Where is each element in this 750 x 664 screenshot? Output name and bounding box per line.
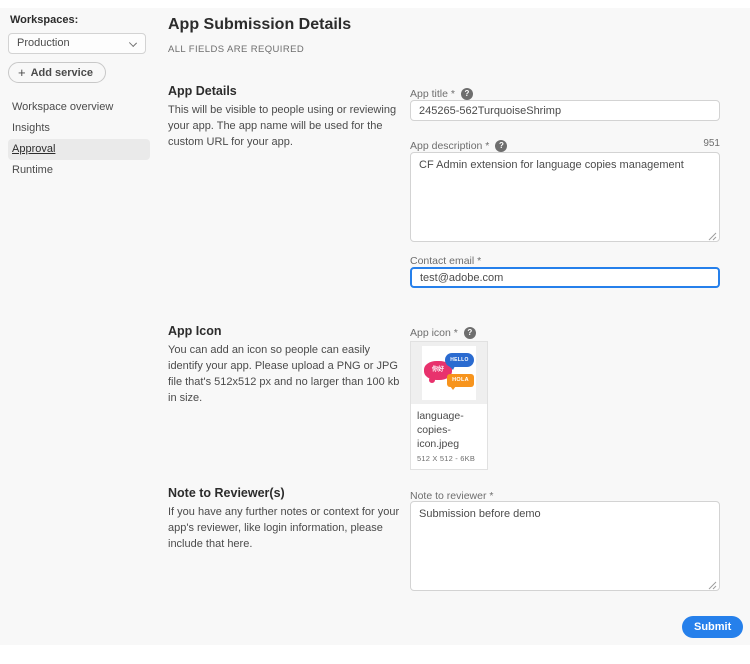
add-service-button[interactable]: + Add service bbox=[8, 62, 106, 83]
workspace-selected-value: Production bbox=[17, 37, 70, 49]
app-submission-page: Workspaces: Production + Add service Wor… bbox=[0, 8, 750, 645]
help-icon[interactable]: ? bbox=[463, 327, 476, 339]
app-title-input[interactable] bbox=[410, 100, 720, 121]
contact-email-label: Contact email * bbox=[410, 255, 482, 267]
submit-button[interactable]: Submit bbox=[682, 616, 744, 638]
app-icon-description: You can add an icon so people can easily… bbox=[168, 344, 400, 404]
app-icon-upload-card[interactable]: 你好 HELLO HOLA language-copies-icon.jpeg … bbox=[410, 341, 488, 470]
sidebar-item-runtime[interactable]: Runtime bbox=[8, 160, 150, 181]
speech-bubble-orange: HOLA bbox=[447, 374, 474, 390]
plus-icon: + bbox=[18, 65, 26, 80]
sidebar: Workspaces: Production + Add service Wor… bbox=[8, 8, 150, 181]
note-to-reviewer-description: If you have any further notes or context… bbox=[168, 506, 400, 550]
contact-email-input[interactable] bbox=[410, 267, 720, 288]
sidebar-item-approval[interactable]: Approval bbox=[8, 139, 150, 160]
note-to-reviewer-textarea[interactable]: Submission before demo bbox=[410, 501, 720, 591]
sidebar-item-workspace-overview[interactable]: Workspace overview bbox=[8, 97, 150, 118]
app-icon-file-meta: 512 X 512 - 6KB bbox=[417, 453, 476, 463]
app-details-heading: App Details bbox=[168, 84, 237, 98]
workspaces-label: Workspaces: bbox=[10, 14, 79, 26]
page-title: App Submission Details bbox=[168, 16, 352, 33]
help-icon[interactable]: ? bbox=[460, 88, 473, 100]
app-icon-image: 你好 HELLO HOLA bbox=[422, 346, 476, 400]
app-icon-preview: 你好 HELLO HOLA bbox=[411, 342, 487, 404]
add-service-label: Add service bbox=[30, 66, 93, 79]
speech-bubble-blue: HELLO bbox=[445, 353, 474, 370]
note-to-reviewer-heading: Note to Reviewer(s) bbox=[168, 486, 285, 500]
app-description-textarea[interactable]: CF Admin extension for language copies m… bbox=[410, 152, 720, 242]
chevron-down-icon bbox=[128, 38, 138, 48]
app-details-description: This will be visible to people using or … bbox=[168, 104, 397, 148]
app-title-label: App title * ? bbox=[410, 88, 473, 100]
sidebar-item-insights[interactable]: Insights bbox=[8, 118, 150, 139]
all-fields-required-note: ALL FIELDS ARE REQUIRED bbox=[168, 44, 305, 55]
app-icon-file-info: language-copies-icon.jpeg 512 X 512 - 6K… bbox=[411, 404, 487, 469]
app-icon-file-name: language-copies-icon.jpeg bbox=[417, 410, 464, 451]
app-icon-heading: App Icon bbox=[168, 324, 222, 338]
char-counter: 951 bbox=[703, 138, 720, 149]
workspace-selector[interactable]: Production bbox=[8, 33, 146, 54]
app-icon-label: App icon * ? bbox=[410, 327, 476, 339]
sidebar-nav: Workspace overview Insights Approval Run… bbox=[8, 97, 150, 181]
